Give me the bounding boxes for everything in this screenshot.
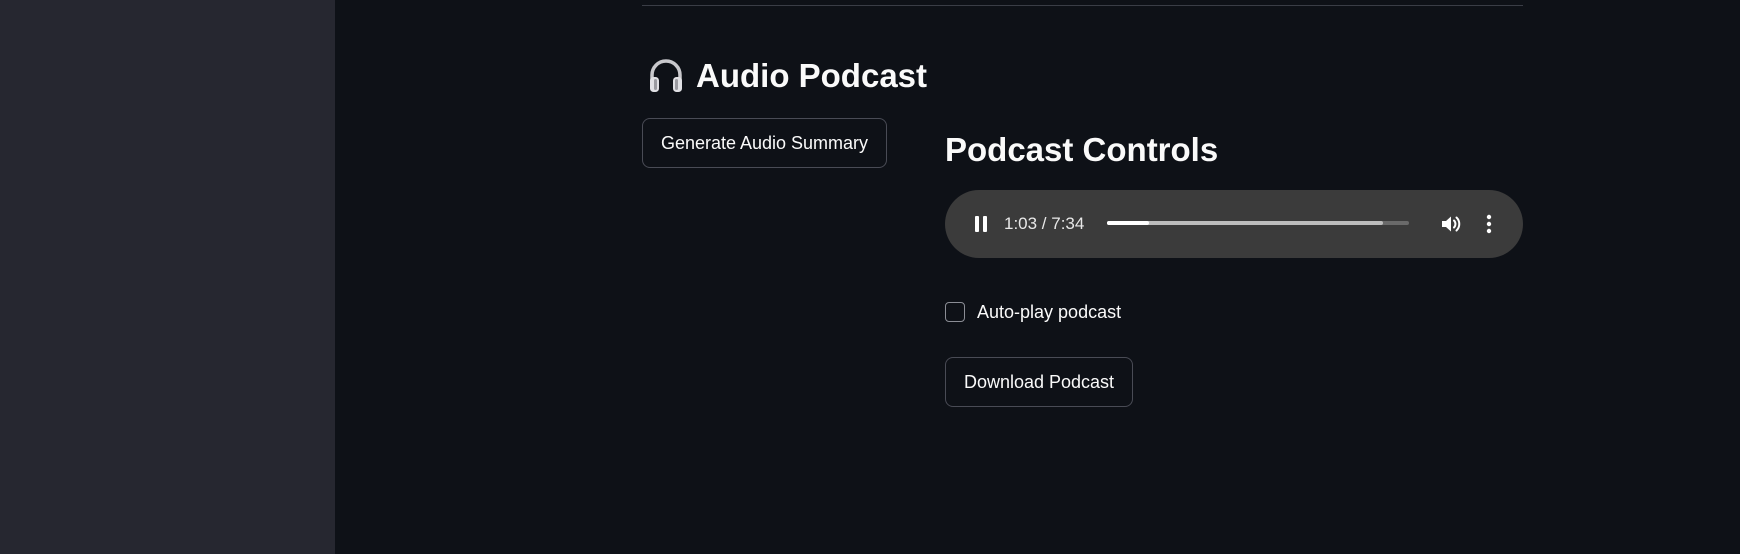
sidebar — [0, 0, 335, 554]
played-bar — [1107, 221, 1149, 225]
volume-button[interactable] — [1437, 210, 1465, 238]
volume-icon — [1442, 216, 1461, 232]
podcast-controls-title: Podcast Controls — [945, 131, 1219, 168]
time-display: 1:03 / 7:34 — [1004, 214, 1085, 233]
section-divider — [642, 5, 1523, 6]
download-podcast-button[interactable]: Download Podcast — [945, 357, 1133, 407]
headphones-icon — [646, 56, 686, 96]
pause-icon — [975, 216, 987, 232]
autoplay-checkbox[interactable] — [945, 302, 965, 322]
autoplay-option[interactable]: Auto-play podcast — [945, 299, 1121, 325]
more-options-icon — [1486, 214, 1492, 234]
section-title: Audio Podcast — [696, 57, 928, 94]
generate-audio-summary-button[interactable]: Generate Audio Summary — [642, 118, 887, 168]
audio-player[interactable]: 1:03 / 7:34 — [945, 190, 1523, 258]
section-heading: Audio Podcast — [646, 54, 927, 98]
more-options-button[interactable] — [1477, 210, 1501, 238]
progress-slider[interactable] — [1107, 221, 1409, 225]
pause-button[interactable] — [967, 210, 995, 238]
main-content — [335, 0, 1740, 554]
autoplay-label: Auto-play podcast — [977, 302, 1122, 322]
